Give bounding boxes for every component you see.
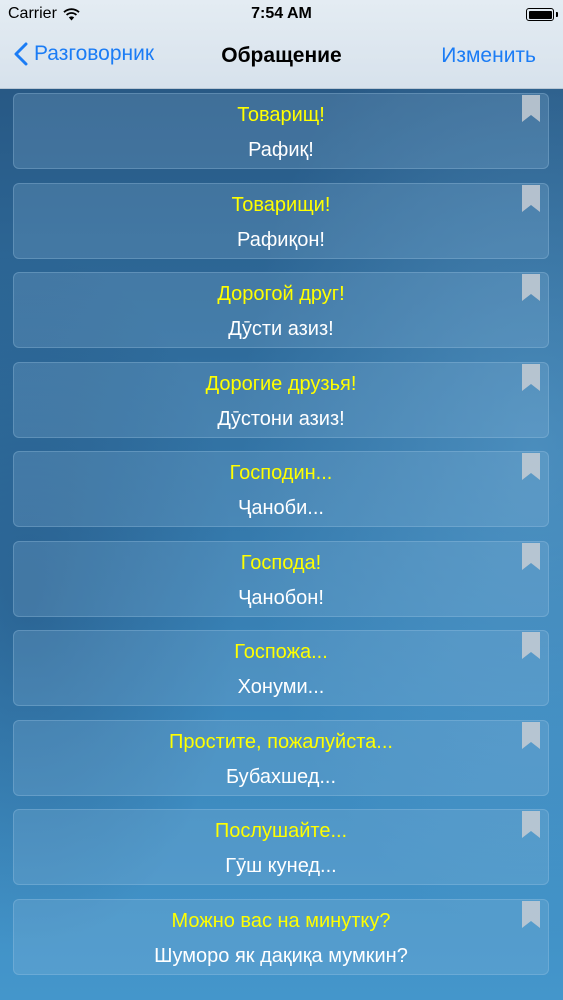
phrase-russian: Дорогой друг! <box>217 283 345 305</box>
phrase-russian: Простите, пожалуйста... <box>169 730 393 753</box>
bookmark-icon[interactable] <box>522 632 540 660</box>
phrase-card[interactable]: Дорогие друзья! Дӯстони азиз! <box>13 361 549 438</box>
status-time: 7:54 AM <box>251 5 312 22</box>
phrase-russian: Послушайте... <box>214 820 348 842</box>
phrase-card[interactable]: Можно вас на минутку? Шуморо як дақиқа му… <box>13 898 549 975</box>
phrase-translation: Гӯш кунед... <box>225 855 337 877</box>
phrase-card[interactable]: Послушайте... Гӯш кунед... <box>13 809 549 885</box>
phrase-russian: Можно вас на минутку? <box>171 909 391 932</box>
phrase-translation: Ҷанобон! <box>238 586 324 609</box>
phrase-translation: Бубахшед... <box>225 765 337 788</box>
phrase-translation: Ҷаноби... <box>238 497 324 519</box>
bookmark-icon[interactable] <box>522 811 540 839</box>
battery-icon <box>526 8 558 21</box>
phrase-translation: Рафиқ! <box>248 139 314 161</box>
bookmark-icon[interactable] <box>522 274 540 302</box>
bookmark-icon[interactable] <box>522 900 540 929</box>
phrase-russian: Товарищ! <box>237 104 325 126</box>
bookmark-icon[interactable] <box>522 363 540 392</box>
phrase-russian: Господа! <box>240 551 322 574</box>
phrase-card[interactable]: Дорогой друг! Дӯсти азиз! <box>13 272 549 348</box>
phrase-translation: Дӯстони азиз! <box>217 407 345 430</box>
bookmark-icon[interactable] <box>522 542 540 571</box>
phrase-card[interactable]: Господин... Ҷаноби... <box>13 451 549 527</box>
bookmark-icon[interactable] <box>522 721 540 750</box>
phrase-russian: Дорогие друзья! <box>205 372 357 395</box>
bookmark-icon[interactable] <box>522 95 540 123</box>
phrase-translation: Шуморо як дақиқа мумкин? <box>154 944 408 967</box>
phrase-translation: Хонуми... <box>237 676 325 698</box>
phrase-card[interactable]: Товарищ! Рафиқ! <box>13 93 549 169</box>
navigation-bar: Разговорник Обращение Изменить <box>0 30 563 86</box>
status-bar: Carrier 7:54 AM <box>0 0 563 30</box>
phrase-translation: Дӯсти азиз! <box>228 318 334 340</box>
phrase-card[interactable]: Господа! Ҷанобон! <box>13 540 549 617</box>
phrase-card[interactable]: Простите, пожалуйста... Бубахшед... <box>13 719 549 796</box>
phrase-card[interactable]: Товарищи! Рафиқон! <box>13 182 549 259</box>
top-bar: Carrier 7:54 AM Разговорник Обращение Из… <box>0 0 563 89</box>
phrase-russian: Товарищи! <box>231 193 331 216</box>
battery-level <box>528 10 552 19</box>
phrase-russian: Госпожа... <box>234 641 328 663</box>
phrase-translation: Рафиқон! <box>237 228 325 251</box>
bookmark-icon[interactable] <box>522 453 540 481</box>
phrase-russian: Господин... <box>229 462 333 484</box>
edit-button[interactable]: Изменить <box>441 44 536 68</box>
bookmark-icon[interactable] <box>522 184 540 213</box>
phrase-card[interactable]: Госпожа... Хонуми... <box>13 630 549 706</box>
